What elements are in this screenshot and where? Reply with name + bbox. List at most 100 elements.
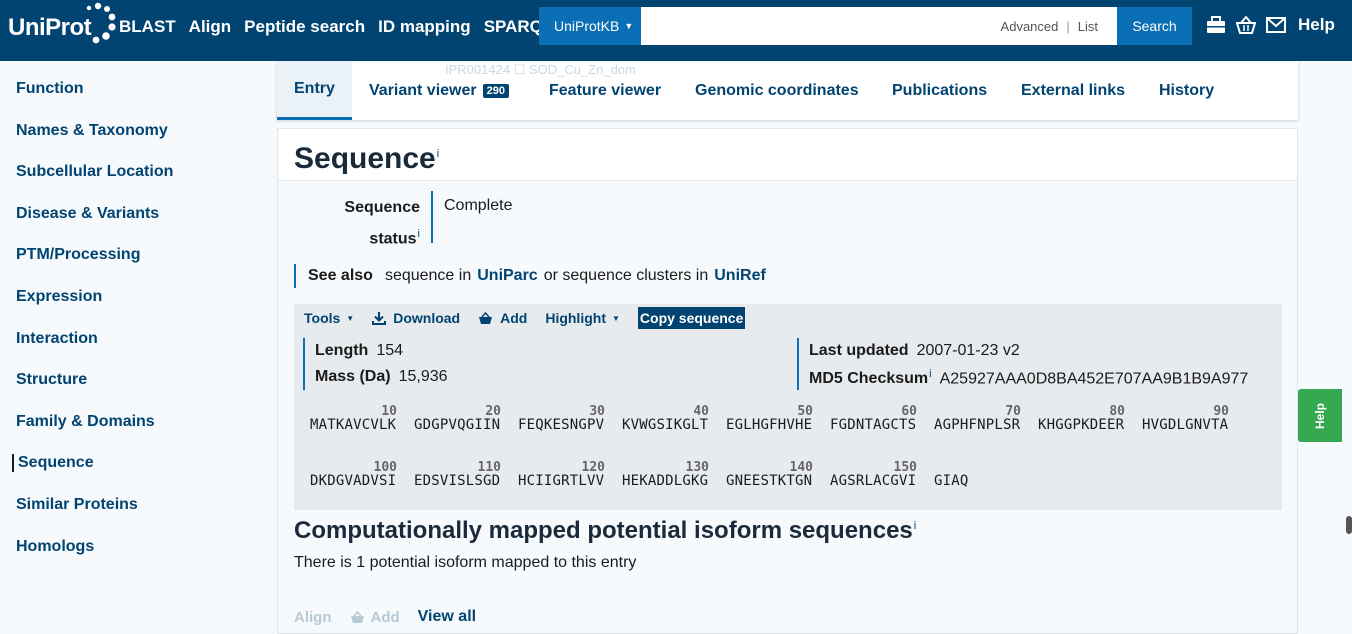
isoform-actions: Align Add View all <box>294 608 476 626</box>
length-row: Length 154 <box>315 342 403 360</box>
tab-label: Feature viewer <box>549 81 662 99</box>
advanced-search-link[interactable]: Advanced <box>1001 19 1059 34</box>
tab-publications[interactable]: Publications <box>892 61 987 120</box>
download-button[interactable]: Download <box>372 310 460 326</box>
list-search-link[interactable]: List <box>1078 19 1098 34</box>
add-to-basket-button[interactable]: Add <box>478 310 527 326</box>
see-also-label: See also <box>308 267 373 284</box>
last-updated-label: Last updated <box>809 342 909 359</box>
see-also-text: sequence in <box>384 267 472 284</box>
highlight-label: Highlight <box>545 310 606 326</box>
tab-genomic-coordinates[interactable]: Genomic coordinates <box>695 61 859 120</box>
basket-icon <box>350 610 364 623</box>
residues: GDGPVQGIIN <box>414 417 501 433</box>
help-link[interactable]: Help <box>1298 15 1335 35</box>
sequence-card: Sequencei Sequence statusi Complete See … <box>277 128 1298 634</box>
sequence-status-label: Sequence statusi <box>338 195 420 252</box>
uniref-link[interactable]: UniRef <box>714 267 766 285</box>
section-header: Sequencei <box>278 129 1297 181</box>
nav-peptide-search[interactable]: Peptide search <box>244 17 365 37</box>
uniprot-logo[interactable]: UniProt <box>8 2 116 48</box>
residues: MATKAVCVLK <box>310 417 397 433</box>
info-icon[interactable]: i <box>929 368 931 380</box>
section-title-text: Sequence <box>294 142 436 175</box>
nav-align[interactable]: Align <box>189 17 232 37</box>
sidebar-item-sequence[interactable]: Sequence <box>12 454 94 472</box>
residues: HEKADDLGKG <box>622 473 709 489</box>
highlight-dropdown[interactable]: Highlight ▼ <box>545 310 620 326</box>
scrollbar-thumb[interactable] <box>1346 516 1352 534</box>
toolbox-icon[interactable] <box>1206 15 1226 35</box>
help-feedback-tab[interactable]: Help <box>1298 389 1342 442</box>
align-button[interactable]: Align <box>294 609 332 626</box>
add-label: Add <box>370 608 400 626</box>
tools-dropdown[interactable]: Tools ▼ <box>304 310 354 326</box>
chevron-down-icon: ▼ <box>611 313 620 323</box>
envelope-icon[interactable] <box>1266 15 1286 35</box>
nav-id-mapping[interactable]: ID mapping <box>378 17 471 37</box>
database-select[interactable]: UniProtKB ▼ <box>539 7 641 45</box>
sidebar-item-ptm-processing[interactable]: PTM/Processing <box>16 246 140 264</box>
sequence-toolbar: Tools ▼ Download Add Highlight ▼ Copy sequ… <box>304 306 746 330</box>
divider <box>797 338 799 390</box>
basket-icon[interactable] <box>1236 15 1256 35</box>
top-header: UniProt BLAST Align Peptide search ID ma… <box>0 0 1352 61</box>
search-options: Advanced | List <box>1001 19 1098 34</box>
residues: EGLHGFHVHE <box>726 417 813 433</box>
sidebar-item-structure[interactable]: Structure <box>16 371 87 389</box>
entry-tabs: Entry Variant viewer 290 Feature viewer … <box>277 61 1298 120</box>
nav-blast[interactable]: BLAST <box>119 17 176 37</box>
sidebar-item-homologs[interactable]: Homologs <box>16 538 94 556</box>
checksum-value: A25927AAA0D8BA452E707AA9B1B9A977 <box>939 370 1249 388</box>
length-value: 154 <box>376 342 404 359</box>
info-icon[interactable]: i <box>437 148 439 160</box>
info-icon[interactable]: i <box>418 228 420 240</box>
tab-history[interactable]: History <box>1159 61 1214 120</box>
mass-row: Mass (Da) 15,936 <box>315 368 448 386</box>
tab-label: Publications <box>892 81 988 99</box>
add-button[interactable]: Add <box>350 609 400 626</box>
residues: HVGDLGNVTA <box>1142 417 1229 433</box>
sidebar-item-function[interactable]: Function <box>16 80 84 98</box>
tab-label: External links <box>1021 81 1126 99</box>
divider <box>303 338 305 390</box>
sidebar-item-disease-variants[interactable]: Disease & Variants <box>16 205 159 223</box>
search-button[interactable]: Search <box>1117 7 1192 45</box>
view-all-link[interactable]: View all <box>418 608 476 626</box>
isoform-section-title: Computationally mapped potential isoform… <box>294 517 916 545</box>
sidebar-item-expression[interactable]: Expression <box>16 288 102 306</box>
sidebar-item-interaction[interactable]: Interaction <box>16 330 98 348</box>
residues: AGPHFNPLSR <box>934 417 1021 433</box>
residues: FGDNTAGCTS <box>830 417 917 433</box>
residues: AGSRLACGVI <box>830 473 917 489</box>
isoform-title-text: Computationally mapped potential isoform… <box>294 517 913 544</box>
sidebar-item-similar-proteins[interactable]: Similar Proteins <box>16 496 138 514</box>
sidebar-item-family-domains[interactable]: Family & Domains <box>16 413 155 431</box>
divider <box>431 191 433 243</box>
tools-label: Tools <box>304 310 341 326</box>
tab-label: Entry <box>294 80 335 97</box>
tab-external-links[interactable]: External links <box>1021 61 1125 120</box>
variant-count-badge: 290 <box>482 83 509 98</box>
header-tools: Help <box>1206 15 1335 35</box>
logo-dots-icon <box>86 2 116 44</box>
database-select-label: UniProtKB <box>554 18 620 34</box>
background-text: IPR001424 ☐ SOD_Cu_Zn_dom <box>445 62 636 77</box>
download-icon <box>372 311 387 325</box>
sidebar-item-names-taxonomy[interactable]: Names & Taxonomy <box>16 122 168 140</box>
residues: HCIIGRTLVV <box>518 473 605 489</box>
see-also: See also sequence in UniParc or sequence… <box>294 264 766 288</box>
uniparc-link[interactable]: UniParc <box>477 267 537 285</box>
main-nav: BLAST Align Peptide search ID mapping SP… <box>119 17 566 37</box>
add-label: Add <box>500 310 528 326</box>
last-updated-row: Last updated 2007-01-23 v2 <box>809 342 1020 360</box>
copy-sequence-button[interactable]: Copy sequence <box>637 307 746 329</box>
see-also-text: or sequence clusters in <box>543 267 709 284</box>
info-icon[interactable]: i <box>914 520 916 532</box>
status-label-line1: Sequence <box>344 199 420 216</box>
residues: GNEESTKTGN <box>726 473 813 489</box>
sidebar-item-subcellular-location[interactable]: Subcellular Location <box>16 163 173 181</box>
sequence-status-value: Complete <box>444 197 513 214</box>
mass-value: 15,936 <box>398 368 448 385</box>
tab-entry[interactable]: Entry <box>277 61 352 120</box>
